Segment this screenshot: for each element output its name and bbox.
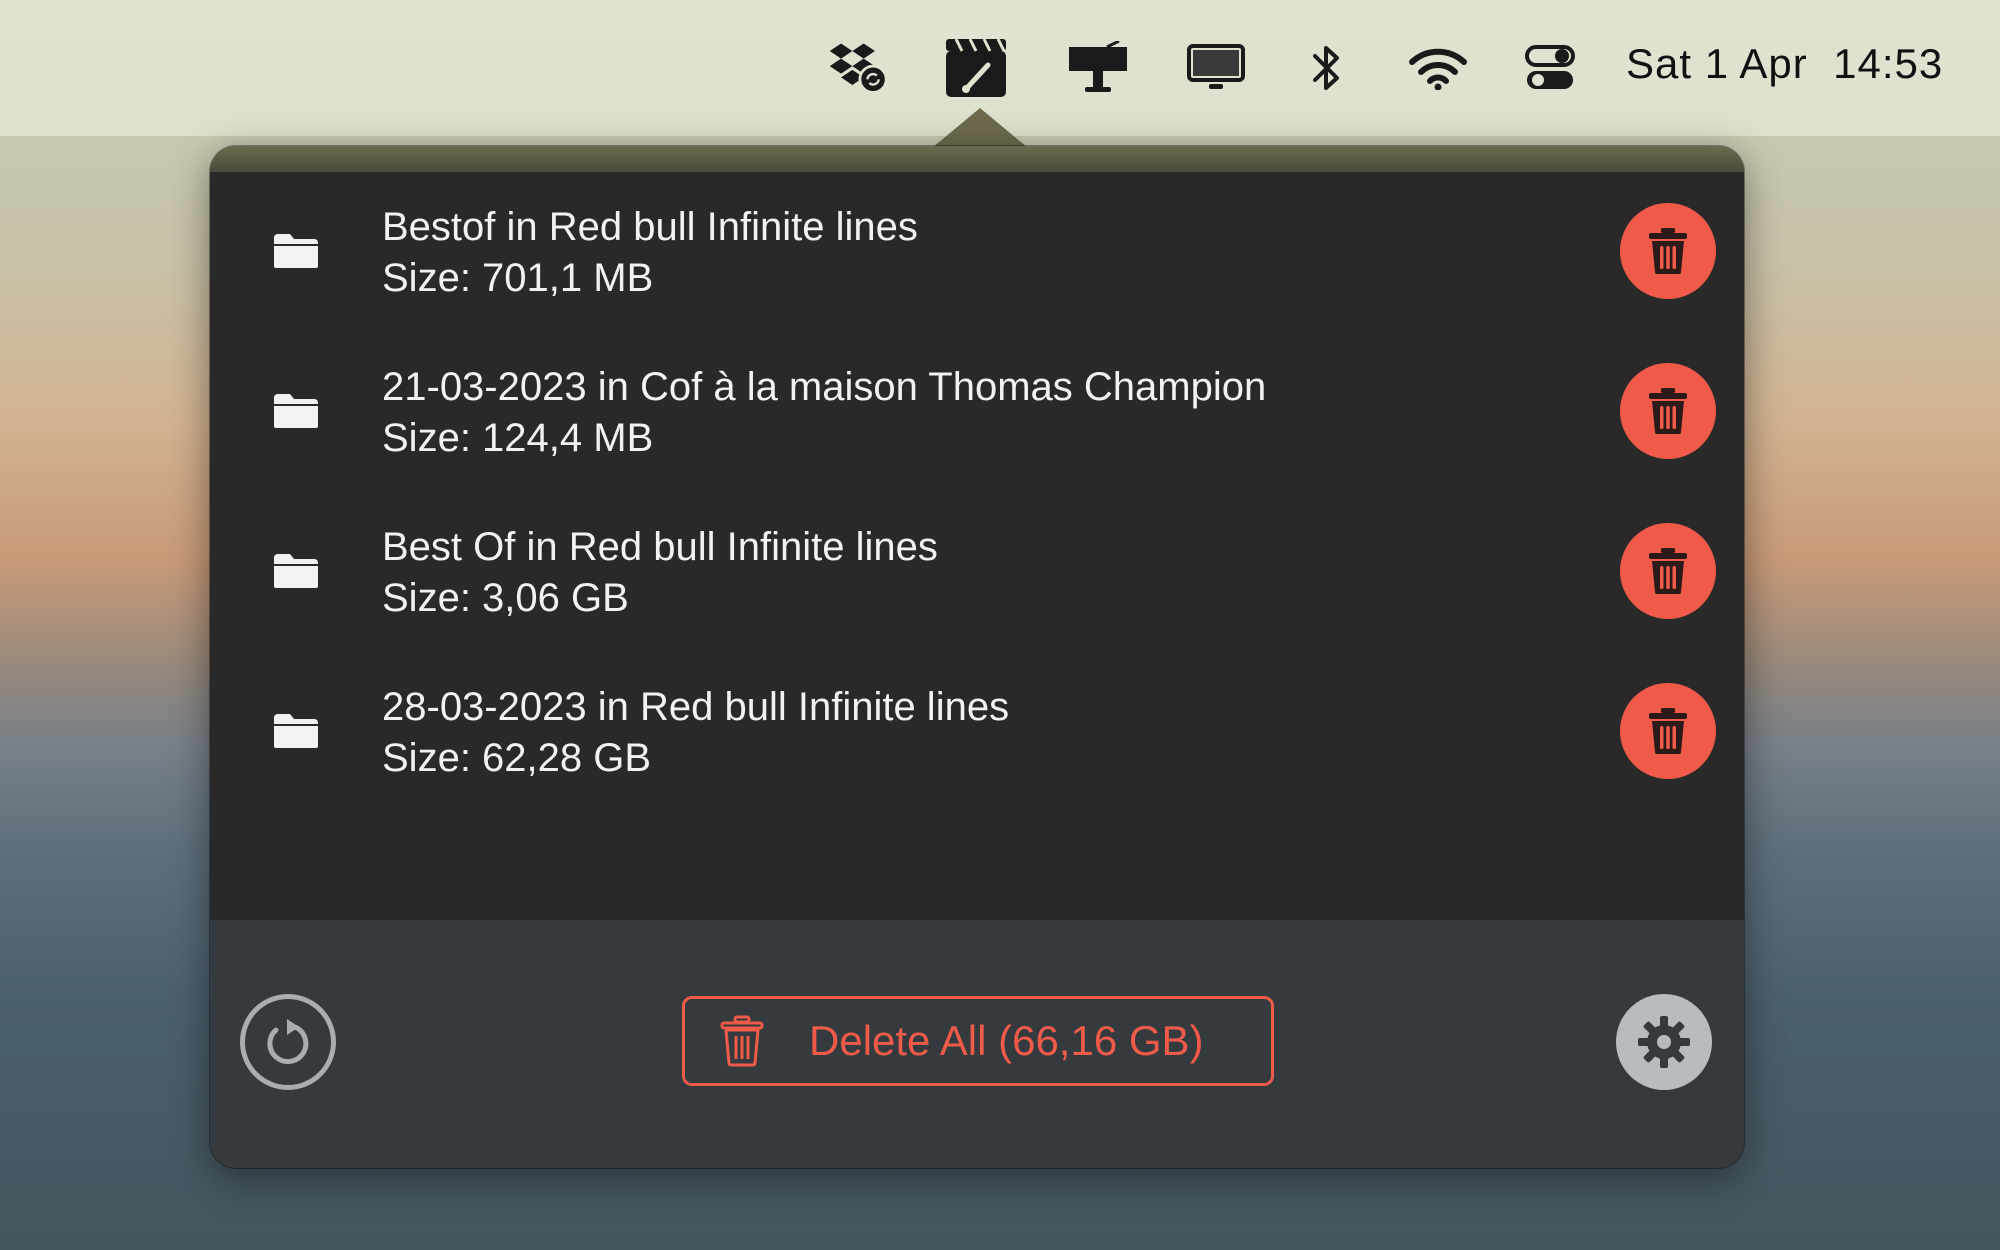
delete-item-button[interactable] <box>1620 523 1716 619</box>
delete-all-button[interactable]: Delete All (66,16 GB) <box>682 996 1274 1086</box>
trash-icon <box>1649 228 1687 274</box>
delete-all-label: Delete All (66,16 GB) <box>809 1017 1204 1064</box>
list-item: Best Of in Red bull Infinite lines Size:… <box>210 492 1744 652</box>
settings-button[interactable] <box>1616 994 1712 1090</box>
item-size: Size: 62,28 GB <box>382 736 652 780</box>
item-size: Size: 3,06 GB <box>382 576 629 620</box>
delete-item-button[interactable] <box>1620 683 1716 779</box>
gear-icon <box>1638 1016 1690 1068</box>
list-item: 28-03-2023 in Red bull Infinite lines Si… <box>210 652 1744 812</box>
bluetooth-icon[interactable] <box>1294 36 1358 100</box>
trash-icon <box>1649 548 1687 594</box>
dropbox-sync-icon[interactable] <box>826 36 890 100</box>
popover-top-edge <box>210 146 1744 172</box>
delete-item-button[interactable] <box>1620 363 1716 459</box>
popover-arrow <box>932 108 1028 148</box>
refresh-icon <box>267 1019 309 1064</box>
list-item: Bestof in Red bull Infinite lines Size: … <box>210 172 1744 332</box>
refresh-button[interactable] <box>240 994 336 1090</box>
control-center-icon[interactable] <box>1518 36 1582 100</box>
menu-bar-date: Sat 1 Apr <box>1626 40 1808 87</box>
item-size: Size: 124,4 MB <box>382 416 654 460</box>
folder-icon <box>274 394 318 428</box>
list-item-text: 28-03-2023 in Red bull Infinite lines Si… <box>382 682 1009 784</box>
clapperboard-app-icon[interactable] <box>944 36 1008 100</box>
monitor-icon[interactable] <box>1184 36 1248 100</box>
trash-icon <box>715 1014 769 1068</box>
item-size: Size: 701,1 MB <box>382 256 654 300</box>
wifi-icon[interactable] <box>1406 36 1470 100</box>
folder-icon <box>274 714 318 748</box>
list-item-text: Bestof in Red bull Infinite lines Size: … <box>382 202 918 304</box>
folder-icon <box>274 554 318 588</box>
menu-bar-clock[interactable]: Sat 1 Apr 14:53 <box>1626 40 1943 88</box>
item-title: 21-03-2023 in Cof à la maison Thomas Cha… <box>382 365 1267 409</box>
list-item: 21-03-2023 in Cof à la maison Thomas Cha… <box>210 332 1744 492</box>
trash-icon <box>1649 708 1687 754</box>
folder-icon <box>274 234 318 268</box>
item-title: Bestof in Red bull Infinite lines <box>382 205 918 249</box>
list-item-text: 21-03-2023 in Cof à la maison Thomas Cha… <box>382 362 1266 464</box>
trash-icon <box>1649 388 1687 434</box>
delete-item-button[interactable] <box>1620 203 1716 299</box>
list-item-text: Best Of in Red bull Infinite lines Size:… <box>382 522 938 624</box>
item-title: Best Of in Red bull Infinite lines <box>382 525 938 569</box>
menu-bar-time: 14:53 <box>1833 40 1944 87</box>
item-title: 28-03-2023 in Red bull Infinite lines <box>382 685 1010 729</box>
display-stand-icon[interactable] <box>1066 36 1130 100</box>
cleanup-popover: Bestof in Red bull Infinite lines Size: … <box>210 146 1744 1168</box>
